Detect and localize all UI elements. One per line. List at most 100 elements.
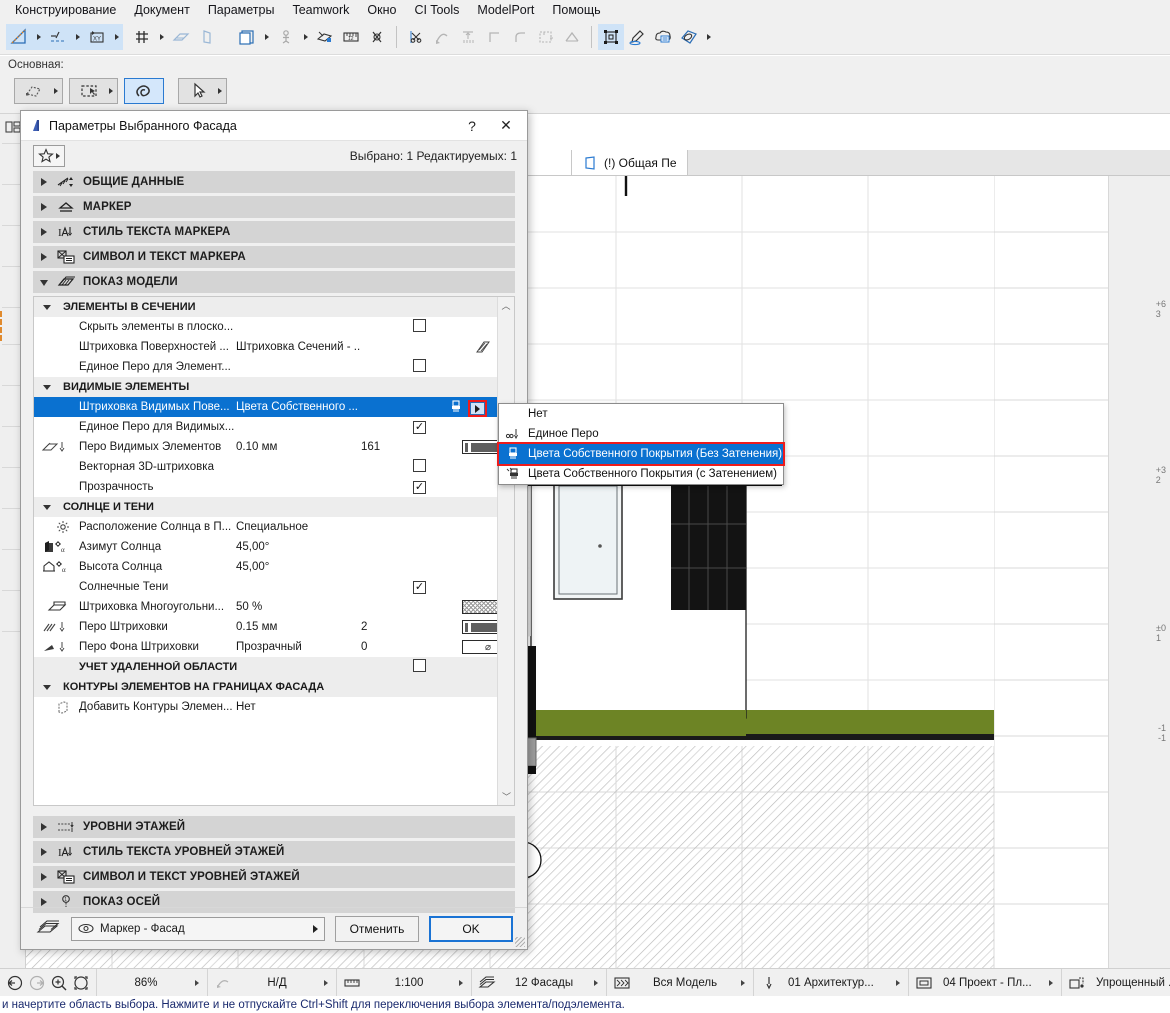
- 3d-cutting-icon[interactable]: [312, 24, 338, 50]
- section-story-levels[interactable]: УРОВНИ ЭТАЖЕЙ: [33, 816, 515, 838]
- param-row-sun-altitude[interactable]: α Высота Солнца 45,00°: [34, 557, 497, 577]
- parameter-list-scrollbar[interactable]: ︿ ﹀: [497, 297, 514, 805]
- param-row-uniform-pen-for-visible[interactable]: Единое Перо для Видимых... ✓: [34, 417, 497, 437]
- param-row-sun-position[interactable]: Расположение Солнца в П... Специальное: [34, 517, 497, 537]
- favorites-toolbar-icon[interactable]: [676, 24, 702, 50]
- param-row-hatch-background-pen[interactable]: Перо Фона Штриховки Прозрачный 0 ⌀: [34, 637, 497, 657]
- favorites-toolbar-dropdown[interactable]: [702, 24, 715, 50]
- scroll-down-button[interactable]: ﹀: [498, 788, 515, 805]
- undo-zoom-icon[interactable]: [4, 974, 26, 992]
- menu-item-konstruirovanie[interactable]: Конструирование: [6, 0, 125, 20]
- status-story[interactable]: 12 Фасады: [472, 969, 607, 997]
- marker-layer-caret-icon[interactable]: [313, 925, 318, 933]
- grid-snap-dropdown[interactable]: [155, 24, 168, 50]
- param-value[interactable]: 0.15 мм: [236, 621, 361, 633]
- param-checkbox[interactable]: [413, 459, 426, 475]
- fillet-arc-icon[interactable]: [507, 24, 533, 50]
- param-checkbox[interactable]: [413, 359, 426, 375]
- redo-zoom-icon[interactable]: [26, 974, 48, 992]
- param-group-element-contours[interactable]: КОНТУРЫ ЭЛЕМЕНТОВ НА ГРАНИЦАХ ФАСАДА: [34, 677, 497, 697]
- person-scale-icon[interactable]: [273, 24, 299, 50]
- param-pen-number[interactable]: 161: [361, 441, 403, 453]
- surface-hatching-dropdown-menu[interactable]: Нет Единое Перо Цвета Собственного Покры…: [498, 403, 784, 485]
- offset-icon[interactable]: [533, 24, 559, 50]
- menu-item-ci-tools[interactable]: CI Tools: [405, 0, 468, 20]
- status-orientation[interactable]: Н/Д: [208, 969, 337, 997]
- param-checkbox[interactable]: ✓: [413, 481, 426, 494]
- param-row-sun-azimuth[interactable]: α Азимут Солнца 45,00°: [34, 537, 497, 557]
- param-row-sun-shadows[interactable]: Солнечные Тени ✓: [34, 577, 497, 597]
- trim-scissors-icon[interactable]: [403, 24, 429, 50]
- chevron-right-icon[interactable]: [455, 980, 467, 986]
- param-row-hide-elements-in-plane[interactable]: Скрыть элементы в плоско...: [34, 317, 497, 337]
- section-marker-symbol-text[interactable]: СИМВОЛ И ТЕКСТ МАРКЕРА: [33, 246, 515, 268]
- layers-icon[interactable]: [35, 920, 61, 938]
- param-pen-number[interactable]: 0: [361, 641, 403, 653]
- measure-ruler-icon[interactable]: 12: [338, 24, 364, 50]
- grid-snap-icon[interactable]: [129, 24, 155, 50]
- param-row-hatch-pen[interactable]: Перо Штриховки 0.15 мм 2: [34, 617, 497, 637]
- menu-option-own-surface-colors-with-shading[interactable]: Цвета Собственного Покрытия (с Затенение…: [499, 464, 783, 484]
- zoom-in-icon[interactable]: [48, 974, 70, 992]
- param-row-add-element-contours[interactable]: Добавить Контуры Элемен... Нет: [34, 697, 497, 717]
- param-row-visible-elements-pen[interactable]: Перо Видимых Элементов 0.10 мм 161: [34, 437, 497, 457]
- ok-button[interactable]: OK: [429, 916, 513, 942]
- menu-item-teamwork[interactable]: Teamwork: [283, 0, 358, 20]
- param-value[interactable]: Штриховка Сечений - ...: [236, 341, 361, 353]
- info-cloud-icon[interactable]: [650, 24, 676, 50]
- param-row-deleted-area-account[interactable]: УЧЕТ УДАЛЕННОЙ ОБЛАСТИ: [34, 657, 497, 677]
- param-value[interactable]: Прозрачный: [236, 641, 361, 653]
- section-story-text-style[interactable]: I СТИЛЬ ТЕКСТА УРОВНЕЙ ЭТАЖЕЙ: [33, 841, 515, 863]
- favorites-button[interactable]: [33, 145, 65, 167]
- param-value[interactable]: 50 %: [236, 601, 361, 613]
- roof-tool-icon[interactable]: [559, 24, 585, 50]
- elevation-dim-dropdown[interactable]: [71, 24, 84, 50]
- arrow-select-dropdown[interactable]: [218, 88, 222, 94]
- section-story-symbol-text[interactable]: СИМВОЛ И ТЕКСТ УРОВНЕЙ ЭТАЖЕЙ: [33, 866, 515, 888]
- coordinate-tool-dropdown[interactable]: [110, 24, 123, 50]
- param-value[interactable]: 45,00°: [236, 541, 361, 553]
- fit-window-icon[interactable]: [70, 974, 92, 992]
- param-checkbox[interactable]: [413, 319, 426, 335]
- param-checkbox[interactable]: ✓: [413, 421, 426, 434]
- param-row-visible-surface-hatching[interactable]: Штриховка Видимых Пове... Цвета Собствен…: [34, 397, 497, 417]
- grid-plane-icon[interactable]: [168, 24, 194, 50]
- param-value[interactable]: Цвета Собственного ...: [236, 401, 361, 413]
- menu-item-modelport[interactable]: ModelPort: [468, 0, 543, 20]
- chevron-right-icon[interactable]: [320, 980, 332, 986]
- tab-general-perspective[interactable]: (!) Общая Пе: [572, 150, 688, 175]
- section-model-display[interactable]: ПОКАЗ МОДЕЛИ: [33, 271, 515, 293]
- section-marker[interactable]: МАРКЕР: [33, 196, 515, 218]
- param-pen-number[interactable]: 2: [361, 621, 403, 633]
- param-row-transparency[interactable]: Прозрачность ✓: [34, 477, 497, 497]
- status-zoom-level[interactable]: 86%: [96, 969, 208, 997]
- param-value[interactable]: Специальное: [236, 521, 361, 533]
- section-marker-text-style[interactable]: I СТИЛЬ ТЕКСТА МАРКЕРА: [33, 221, 515, 243]
- vertical-plane-icon[interactable]: [194, 24, 220, 50]
- adjust-icon[interactable]: [429, 24, 455, 50]
- status-layer-combination[interactable]: Вся Модель: [607, 969, 754, 997]
- person-scale-dropdown[interactable]: [299, 24, 312, 50]
- param-row-uniform-pen-for-elements[interactable]: Единое Перо для Элемент...: [34, 357, 497, 377]
- chevron-right-icon[interactable]: [1045, 980, 1057, 986]
- scroll-up-button[interactable]: ︿: [498, 297, 514, 314]
- param-row-vector-3d-hatching[interactable]: Векторная 3D-штриховка: [34, 457, 497, 477]
- param-checkbox[interactable]: ✓: [413, 581, 426, 594]
- menu-item-okno[interactable]: Окно: [358, 0, 405, 20]
- cancel-button[interactable]: Отменить: [335, 916, 419, 942]
- dialog-help-button[interactable]: ?: [455, 111, 489, 141]
- status-scale[interactable]: 1:100: [337, 969, 472, 997]
- status-model-view[interactable]: 04 Проект - Пл...: [909, 969, 1062, 997]
- menu-option-own-surface-colors-no-shading[interactable]: Цвета Собственного Покрытия (Без Затенен…: [499, 444, 783, 464]
- lasso-tool[interactable]: [124, 78, 164, 104]
- dialog-titlebar[interactable]: Параметры Выбранного Фасада ? ✕: [21, 111, 527, 141]
- marker-layer-combo[interactable]: Маркер - Фасад: [71, 917, 325, 941]
- marquee-polygon-dropdown[interactable]: [54, 88, 58, 94]
- chevron-right-icon[interactable]: [737, 980, 749, 986]
- param-dropdown-arrow[interactable]: [470, 402, 485, 415]
- chevron-right-icon[interactable]: [590, 980, 602, 986]
- new-window-dropdown[interactable]: [260, 24, 273, 50]
- param-row-polygon-hatching[interactable]: Штриховка Многоугольни... 50 %: [34, 597, 497, 617]
- dialog-close-button[interactable]: ✕: [489, 111, 523, 141]
- dialog-resize-grip[interactable]: [515, 937, 525, 947]
